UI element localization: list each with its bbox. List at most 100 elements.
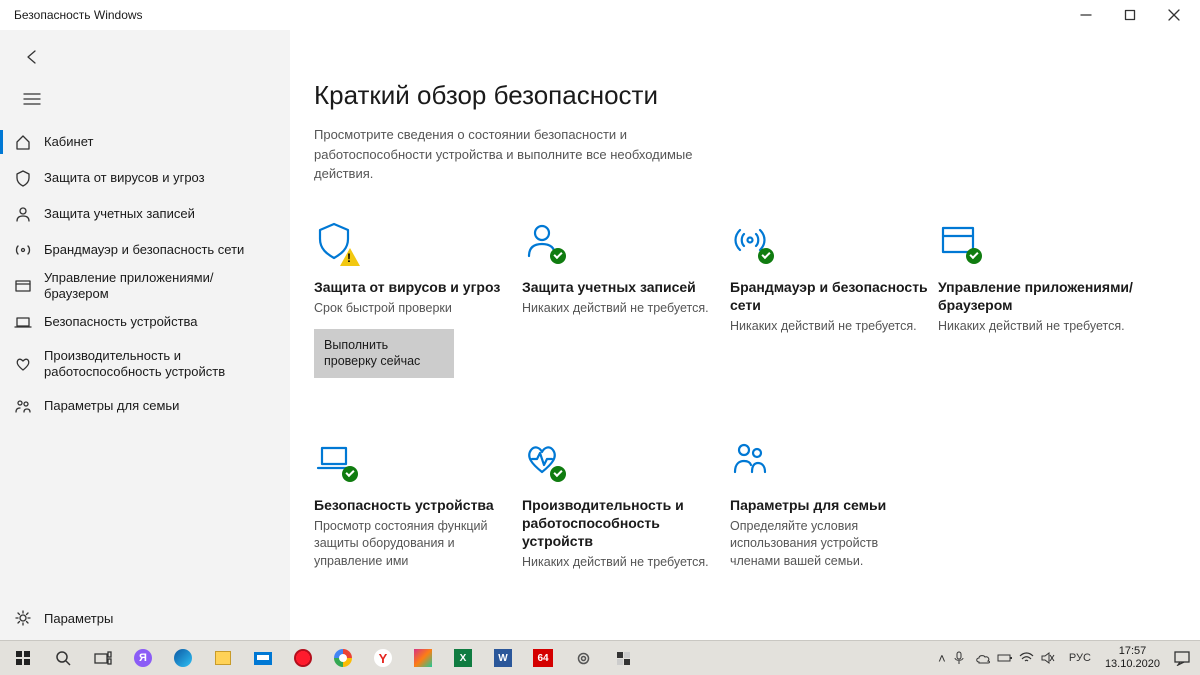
taskbar: Я Y X W 64 ˄ РУС 17:57 13.10.2020 — [0, 640, 1200, 675]
sidebar-item-label: Производительность и работоспособность у… — [44, 348, 278, 381]
page-title: Краткий обзор безопасности — [314, 80, 1200, 111]
tray-mic-icon[interactable] — [953, 651, 975, 665]
taskbar-app-icon[interactable] — [604, 642, 642, 675]
system-tray: ˄ РУС 17:57 13.10.2020 — [931, 642, 1196, 675]
tray-chevron-icon[interactable]: ˄ — [931, 651, 953, 666]
laptop-icon — [314, 438, 354, 478]
card-title: Управление приложениями/браузером — [938, 278, 1136, 314]
card-device[interactable]: Безопасность устройства Просмотр состоян… — [314, 438, 522, 572]
gear-icon — [12, 607, 34, 629]
sidebar-item-home[interactable]: Кабинет — [0, 124, 290, 160]
hamburger-menu-button[interactable] — [14, 81, 50, 117]
card-status: Никаких действий не требуется. — [522, 554, 720, 572]
warning-badge-icon — [340, 248, 360, 266]
card-title: Безопасность устройства — [314, 496, 512, 514]
card-status: Определяйте условия использования устрой… — [730, 518, 928, 571]
card-status: Никаких действий не требуется. — [522, 300, 720, 318]
tray-language[interactable]: РУС — [1063, 652, 1097, 664]
card-status: Срок быстрой проверки — [314, 300, 512, 318]
maximize-button[interactable] — [1108, 0, 1152, 30]
main: Краткий обзор безопасности Просмотрите с… — [290, 30, 1200, 640]
sidebar-item-device[interactable]: Безопасность устройства — [0, 304, 290, 340]
antenna-icon — [12, 239, 34, 261]
taskview-button[interactable] — [84, 642, 122, 675]
taskbar-app-icon[interactable] — [204, 642, 242, 675]
taskbar-app-icon[interactable] — [404, 642, 442, 675]
taskbar-app-icon[interactable]: Y — [364, 642, 402, 675]
card-status: Никаких действий не требуется. — [938, 318, 1136, 336]
shield-icon — [12, 167, 34, 189]
sidebar-item-label: Параметры для семьи — [44, 398, 179, 414]
taskbar-app-icon[interactable] — [244, 642, 282, 675]
taskbar-app-icon[interactable]: X — [444, 642, 482, 675]
scan-now-button[interactable]: Выполнить проверку сейчас — [314, 329, 454, 378]
back-button[interactable] — [14, 39, 50, 75]
card-health[interactable]: Производительность и работоспособность у… — [522, 438, 730, 572]
start-button[interactable] — [4, 642, 42, 675]
sidebar-item-family[interactable]: Параметры для семьи — [0, 388, 290, 424]
card-status: Никаких действий не требуется. — [730, 318, 928, 336]
check-badge-icon — [342, 466, 358, 482]
action-center-button[interactable] — [1168, 642, 1196, 675]
close-button[interactable] — [1152, 0, 1196, 30]
window-icon — [12, 275, 34, 297]
tray-volume-icon[interactable] — [1041, 652, 1063, 664]
heart-icon — [522, 438, 562, 478]
sidebar: Кабинет Защита от вирусов и угроз Защита… — [0, 30, 290, 640]
taskbar-app-icon[interactable]: W — [484, 642, 522, 675]
sidebar-item-health[interactable]: Производительность и работоспособность у… — [0, 340, 290, 388]
taskbar-app-icon[interactable] — [284, 642, 322, 675]
tray-clock[interactable]: 17:57 13.10.2020 — [1097, 645, 1168, 671]
sidebar-item-label: Безопасность устройства — [44, 314, 198, 330]
tray-date: 13.10.2020 — [1105, 658, 1160, 671]
minimize-button[interactable] — [1064, 0, 1108, 30]
sidebar-item-account[interactable]: Защита учетных записей — [0, 196, 290, 232]
sidebar-item-virus[interactable]: Защита от вирусов и угроз — [0, 160, 290, 196]
family-icon — [730, 438, 770, 478]
sidebar-item-label: Параметры — [44, 611, 113, 626]
card-title: Защита учетных записей — [522, 278, 720, 296]
tray-onedrive-icon[interactable] — [975, 653, 997, 664]
taskbar-app-icon[interactable]: 64 — [524, 642, 562, 675]
sidebar-item-appbrowser[interactable]: Управление приложениями/браузером — [0, 268, 290, 304]
taskbar-app-icon[interactable] — [164, 642, 202, 675]
sidebar-item-settings[interactable]: Параметры — [0, 596, 290, 640]
home-icon — [12, 131, 34, 153]
sidebar-item-label: Защита от вирусов и угроз — [44, 170, 205, 186]
check-badge-icon — [966, 248, 982, 264]
card-title: Защита от вирусов и угроз — [314, 278, 512, 296]
tray-wifi-icon[interactable] — [1019, 652, 1041, 664]
card-firewall[interactable]: Брандмауэр и безопасность сети Никаких д… — [730, 220, 938, 378]
sidebar-item-label: Управление приложениями/браузером — [44, 270, 278, 303]
sidebar-item-label: Защита учетных записей — [44, 206, 195, 222]
nav-list: Кабинет Защита от вирусов и угроз Защита… — [0, 120, 290, 424]
card-family[interactable]: Параметры для семьи Определяйте условия … — [730, 438, 938, 572]
search-button[interactable] — [44, 642, 82, 675]
tray-battery-icon[interactable] — [997, 653, 1019, 663]
cards-grid: Защита от вирусов и угроз Срок быстрой п… — [314, 220, 1200, 572]
card-status: Просмотр состояния функций защиты оборуд… — [314, 518, 512, 571]
sidebar-item-label: Брандмауэр и безопасность сети — [44, 242, 244, 258]
page-subtitle: Просмотрите сведения о состоянии безопас… — [314, 125, 744, 184]
card-account[interactable]: Защита учетных записей Никаких действий … — [522, 220, 730, 378]
sidebar-item-firewall[interactable]: Брандмауэр и безопасность сети — [0, 232, 290, 268]
window-icon — [938, 220, 978, 260]
titlebar: Безопасность Windows — [0, 0, 1200, 30]
check-badge-icon — [550, 248, 566, 264]
chip-icon — [12, 311, 34, 333]
check-badge-icon — [550, 466, 566, 482]
taskbar-app-icon[interactable] — [324, 642, 362, 675]
card-title: Брандмауэр и безопасность сети — [730, 278, 928, 314]
card-title: Параметры для семьи — [730, 496, 928, 514]
person-icon — [12, 203, 34, 225]
tray-time: 17:57 — [1105, 645, 1160, 658]
antenna-icon — [730, 220, 770, 260]
card-virus[interactable]: Защита от вирусов и угроз Срок быстрой п… — [314, 220, 522, 378]
family-icon — [12, 395, 34, 417]
taskbar-app-icon[interactable] — [564, 642, 602, 675]
card-appbrowser[interactable]: Управление приложениями/браузером Никаки… — [938, 220, 1146, 378]
taskbar-app-icon[interactable]: Я — [124, 642, 162, 675]
shield-icon — [314, 220, 354, 260]
sidebar-item-label: Кабинет — [44, 134, 93, 150]
check-badge-icon — [758, 248, 774, 264]
